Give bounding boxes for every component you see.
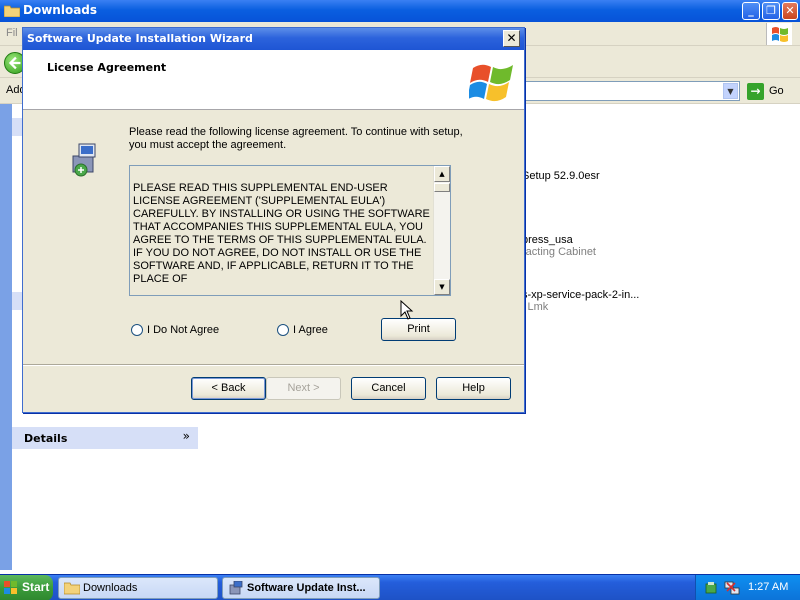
dropdown-icon[interactable]: ▼ — [723, 83, 738, 99]
scroll-down-icon[interactable]: ▼ — [434, 279, 450, 295]
close-icon: ✕ — [506, 31, 517, 45]
dialog-title: Software Update Installation Wizard — [27, 32, 253, 45]
close-icon: ✕ — [785, 4, 795, 17]
go-button[interactable]: Go — [769, 85, 784, 97]
start-button[interactable]: Start — [0, 575, 53, 600]
taskbar: Start Downloads Software Update Inst... … — [0, 574, 800, 600]
next-button[interactable]: Next > — [266, 377, 341, 400]
chevron-down-icon[interactable]: » — [183, 429, 190, 443]
file-type: l Lmk — [522, 301, 549, 313]
intro-text: Please read the following license agreem… — [129, 126, 463, 151]
file-name: press_usa — [522, 234, 573, 246]
back-button[interactable]: < Back — [191, 377, 266, 400]
explorer-titlebar: Downloads _ ❐ ✕ — [0, 0, 800, 22]
minimize-icon: _ — [748, 4, 754, 17]
windows-flag-icon — [469, 64, 513, 102]
taskbar-item-setup[interactable]: Software Update Inst... — [222, 577, 380, 599]
eula-text: PLEASE READ THIS SUPPLEMENTAL END-USER L… — [133, 182, 430, 283]
file-type: racting Cabinet — [522, 246, 596, 258]
dialog-separator — [23, 364, 524, 366]
system-tray: 1:27 AM — [695, 575, 800, 600]
scroll-thumb[interactable] — [434, 183, 450, 192]
file-name: s-xp-service-pack-2-in... — [522, 289, 640, 301]
header-title: License Agreement — [47, 61, 167, 74]
radio-agree[interactable] — [277, 324, 289, 336]
close-button[interactable]: ✕ — [782, 2, 798, 20]
scroll-up-icon[interactable]: ▲ — [434, 166, 450, 182]
eula-scrollbar[interactable]: ▲ ▼ — [433, 166, 450, 295]
radio-agree-label[interactable]: I Agree — [293, 324, 328, 336]
network-icon[interactable] — [724, 580, 740, 596]
print-button[interactable]: Print — [381, 318, 456, 341]
taskbar-item-label: Software Update Inst... — [247, 582, 366, 594]
taskbar-item-label: Downloads — [83, 582, 138, 594]
cursor-icon — [400, 300, 414, 320]
restore-icon: ❐ — [766, 4, 776, 17]
minimize-button[interactable]: _ — [742, 2, 760, 20]
explorer-title: Downloads — [23, 3, 98, 17]
wizard-dialog: Software Update Installation Wizard ✕ Li… — [22, 27, 525, 413]
go-icon[interactable]: → — [747, 83, 764, 100]
setup-icon — [229, 581, 243, 595]
help-button[interactable]: Help — [436, 377, 511, 400]
safely-remove-icon[interactable] — [704, 580, 720, 596]
folder-icon — [64, 582, 80, 595]
task-pane — [0, 104, 12, 570]
details-panel[interactable]: Details » — [12, 427, 198, 449]
cancel-button[interactable]: Cancel — [351, 377, 426, 400]
dialog-titlebar: Software Update Installation Wizard ✕ — [23, 28, 524, 50]
clock: 1:27 AM — [748, 581, 789, 593]
dialog-close-button[interactable]: ✕ — [503, 30, 520, 47]
windows-flag-icon — [4, 581, 17, 594]
eula-textbox[interactable]: PLEASE READ THIS SUPPLEMENTAL END-USER L… — [129, 165, 451, 296]
setup-icon — [72, 143, 96, 177]
radio-disagree[interactable] — [131, 324, 143, 336]
taskbar-item-downloads[interactable]: Downloads — [58, 577, 218, 599]
file-item[interactable]: Setup 52.9.0esr — [522, 170, 600, 182]
restore-button[interactable]: ❐ — [762, 2, 780, 20]
file-name: Setup 52.9.0esr — [522, 170, 600, 182]
file-item[interactable]: s-xp-service-pack-2-in... l Lmk — [522, 289, 639, 313]
file-item[interactable]: press_usa racting Cabinet — [522, 234, 596, 258]
menu-file[interactable]: Fil — [6, 27, 18, 39]
address-input[interactable]: ▼ — [520, 81, 740, 101]
folder-icon — [4, 5, 20, 17]
radio-disagree-label[interactable]: I Do Not Agree — [147, 324, 219, 336]
dialog-header: License Agreement — [23, 50, 524, 110]
windows-flag-icon — [766, 23, 792, 45]
details-label: Details — [24, 432, 68, 445]
start-label: Start — [22, 580, 50, 594]
